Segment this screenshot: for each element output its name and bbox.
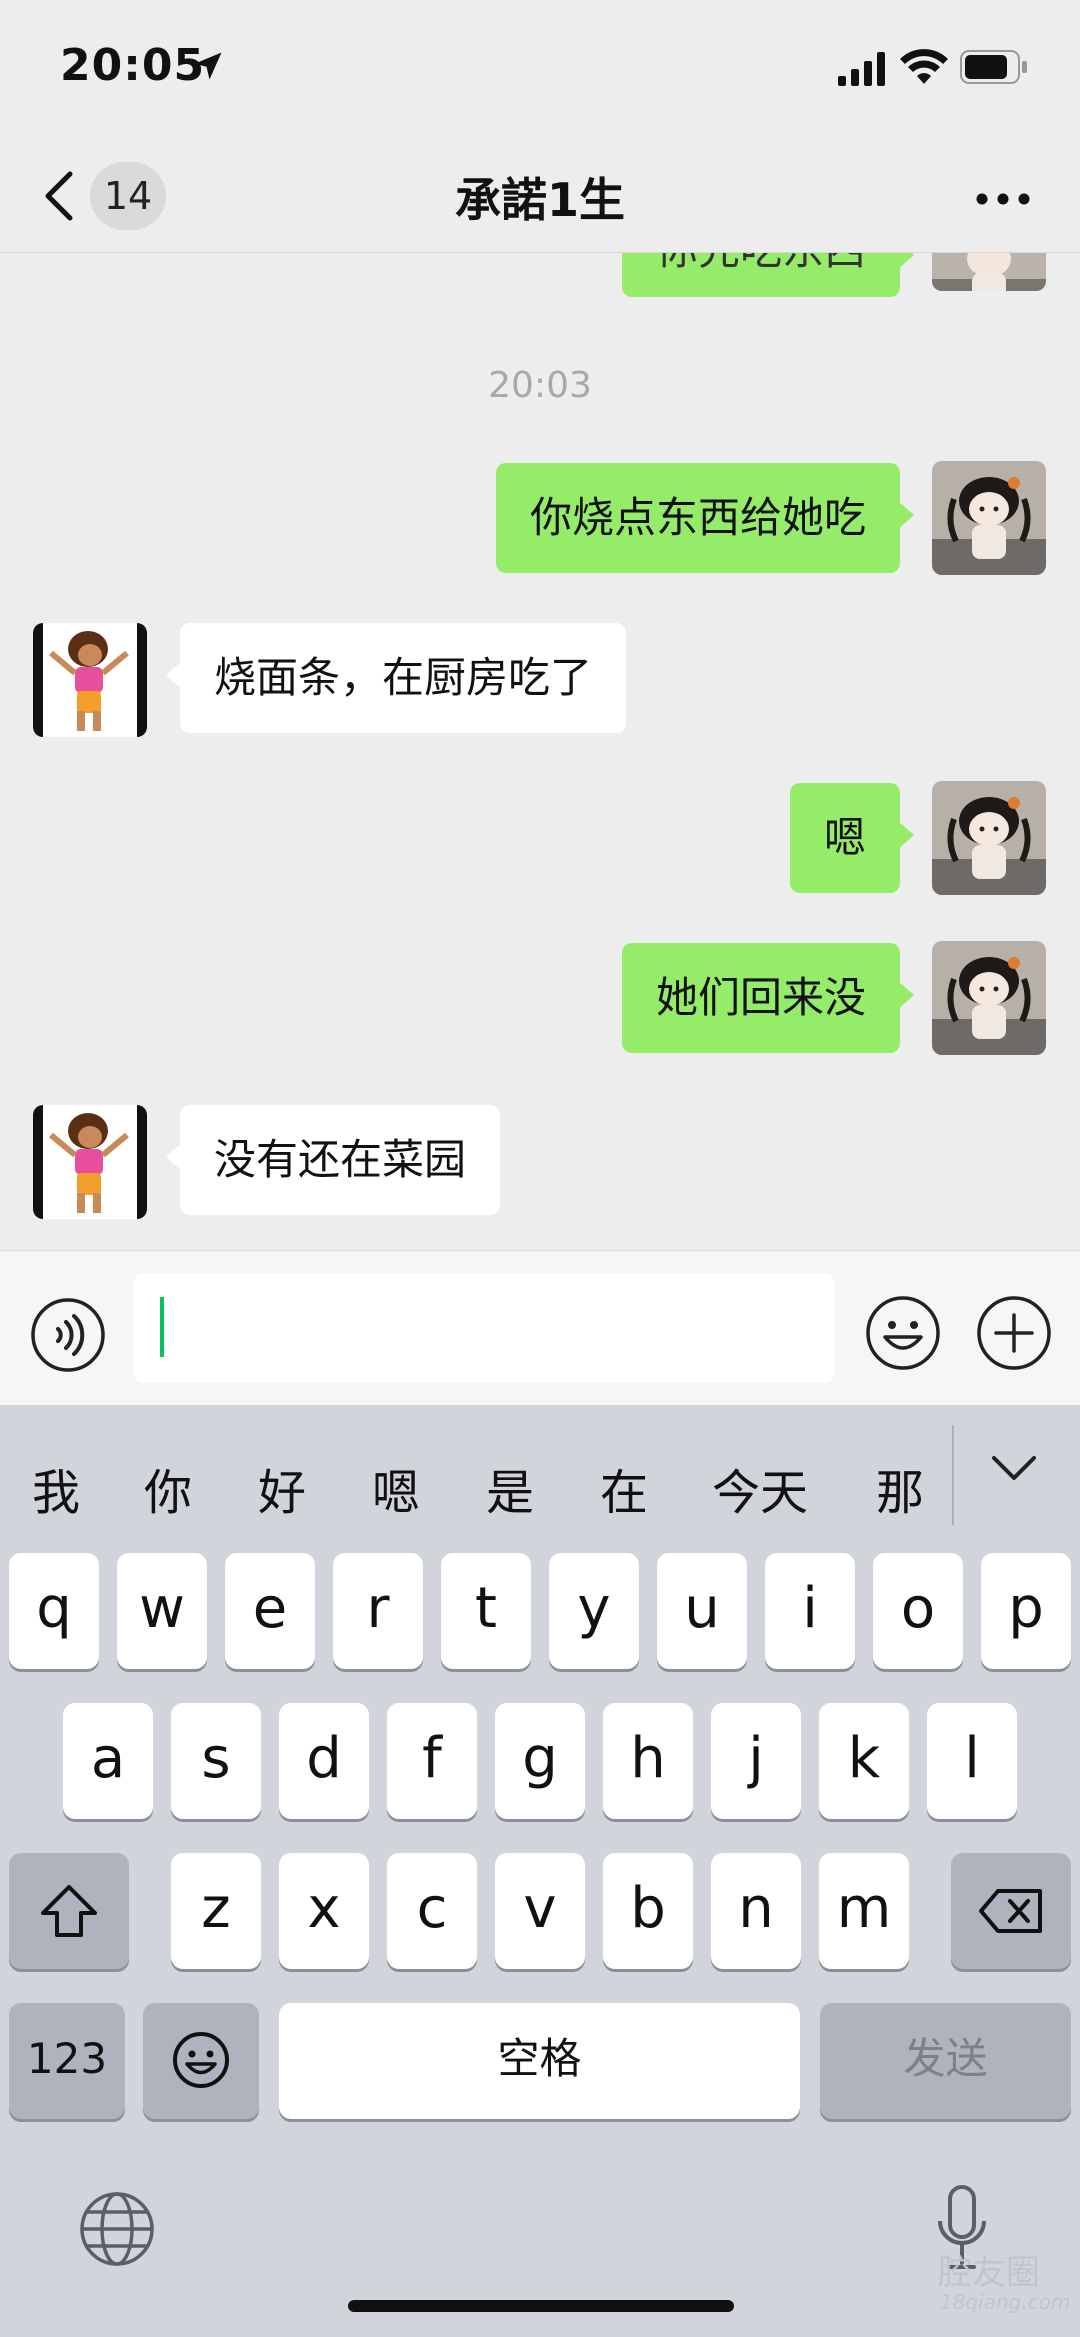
message-text-input[interactable] [134,1273,834,1383]
more-options-icon[interactable] [976,192,1030,206]
key-b[interactable]: b [603,1853,693,1969]
watermark-text: 腔友圈 [938,2253,1040,2293]
cellular-signal-icon [838,52,885,86]
chat-header: 14 承諾1生 [0,140,1080,253]
space-key[interactable]: 空格 [279,2003,800,2119]
key-p[interactable]: p [981,1553,1071,1669]
candidate-word[interactable]: 好 [258,1453,306,1523]
globe-icon[interactable] [78,2190,156,2268]
my-avatar[interactable] [932,941,1046,1055]
backspace-key[interactable] [951,1853,1071,1969]
key-x[interactable]: x [279,1853,369,1969]
backspace-icon [979,1889,1042,1933]
candidate-word[interactable]: 你 [144,1453,192,1523]
home-indicator[interactable] [348,2300,734,2312]
contact-avatar[interactable] [33,623,147,737]
location-arrow-icon [194,52,222,80]
message-timestamp: 20:03 [488,365,592,406]
status-time: 20:05 [60,40,206,91]
message-bubble-sent[interactable]: 她们回来没 [621,943,915,1053]
shift-key[interactable] [9,1853,129,1969]
send-key[interactable]: 发送 [820,2003,1071,2119]
key-t[interactable]: t [441,1553,531,1669]
message-bubble-received[interactable]: 没有还在菜园 [165,1105,501,1215]
add-more-icon[interactable] [976,1295,1052,1371]
key-q[interactable]: q [9,1553,99,1669]
my-avatar[interactable] [932,253,1046,291]
key-m[interactable]: m [819,1853,909,1969]
emoji-icon[interactable] [865,1295,941,1371]
wifi-icon [900,49,948,84]
key-c[interactable]: c [387,1853,477,1969]
status-bar: 20:05 [0,0,1080,140]
key-s[interactable]: s [171,1703,261,1819]
message-bubble-sent[interactable]: 你烧点东西给她吃 [495,463,915,573]
key-g[interactable]: g [495,1703,585,1819]
key-r[interactable]: r [333,1553,423,1669]
watermark-subtext: 18qiang.com [940,2290,1071,2314]
candidate-word[interactable]: 今天 [712,1453,808,1523]
my-avatar[interactable] [932,781,1046,895]
key-i[interactable]: i [765,1553,855,1669]
emoji-key[interactable] [143,2003,259,2119]
candidate-word[interactable]: 那 [876,1453,924,1523]
key-k[interactable]: k [819,1703,909,1819]
key-v[interactable]: v [495,1853,585,1969]
key-o[interactable]: o [873,1553,963,1669]
contact-avatar[interactable] [33,1105,147,1219]
candidate-word[interactable]: 嗯 [372,1453,420,1523]
key-d[interactable]: d [279,1703,369,1819]
emoji-icon [173,2032,229,2088]
message-list[interactable]: 你先吃东西 20:03 你烧点东西给她吃 烧面条，在厨房吃了 嗯 她们回来没 没… [0,253,1080,1250]
battery-icon [960,50,1027,84]
candidate-divider [952,1425,954,1525]
key-w[interactable]: w [117,1553,207,1669]
candidate-word[interactable]: 是 [486,1453,534,1523]
key-j[interactable]: j [711,1703,801,1819]
my-avatar[interactable] [932,461,1046,575]
chat-title: 承諾1生 [454,173,625,227]
keyboard: 我 你 好 嗯 是 在 今天 那 q w e r t y u i o p a s… [0,1405,1080,2337]
message-input-bar [0,1250,1080,1406]
text-caret [160,1297,164,1357]
key-f[interactable]: f [387,1703,477,1819]
key-u[interactable]: u [657,1553,747,1669]
candidate-word[interactable]: 我 [32,1453,80,1523]
key-n[interactable]: n [711,1853,801,1969]
key-z[interactable]: z [171,1853,261,1969]
key-y[interactable]: y [549,1553,639,1669]
key-l[interactable]: l [927,1703,1017,1819]
key-e[interactable]: e [225,1553,315,1669]
key-a[interactable]: a [63,1703,153,1819]
message-bubble-sent[interactable]: 嗯 [789,783,915,893]
shift-arrow-icon [41,1885,97,1937]
message-bubble-partial[interactable]: 你先吃东西 [621,253,915,297]
numbers-key[interactable]: 123 [9,2003,125,2119]
chevron-down-icon[interactable] [990,1453,1038,1483]
candidate-word[interactable]: 在 [600,1453,648,1523]
message-bubble-received[interactable]: 烧面条，在厨房吃了 [165,623,627,733]
voice-input-icon[interactable] [30,1297,106,1373]
key-h[interactable]: h [603,1703,693,1819]
